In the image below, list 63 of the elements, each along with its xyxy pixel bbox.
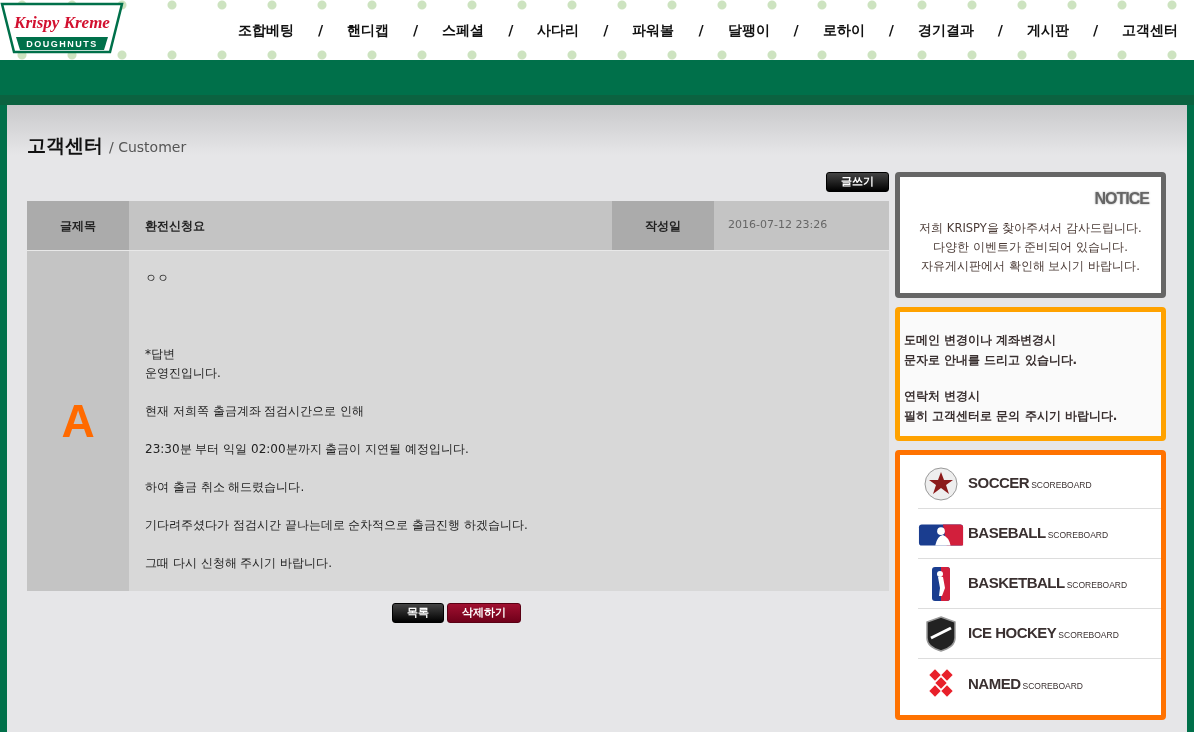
body-text: 현재 저희쪽 출금계좌 점검시간으로 인해 xyxy=(145,403,366,420)
notice-text: 저희 KRISPY을 찾아주셔서 감사드립니다. xyxy=(918,220,1143,237)
nav-separator: / xyxy=(316,20,324,40)
nav-separator: / xyxy=(602,20,610,40)
nav-link[interactable]: 경기결과 xyxy=(907,19,984,41)
body-text: 23:30분 부터 익일 02:00분까지 출금이 지연될 예정입니다. xyxy=(145,441,470,458)
scoreboard-link[interactable]: BASKETBALL SCOREBOARD xyxy=(918,559,1161,609)
body-text: 운영진입니다. xyxy=(145,365,222,382)
nav-separator: / xyxy=(996,20,1004,40)
body-text: 하여 출금 취소 해드렸습니다. xyxy=(145,479,306,496)
nav-separator: / xyxy=(887,20,895,40)
answer-mark: A xyxy=(61,393,95,449)
nav-link[interactable]: 파워볼 xyxy=(622,19,685,41)
notice-text: 자유게시판에서 확인해 보시기 바랍니다. xyxy=(920,258,1141,275)
scoreboard-link[interactable]: ICE HOCKEY SCOREBOARD xyxy=(918,609,1161,659)
info-text: 문자로 안내를 드리고 있습니다. xyxy=(904,352,1079,369)
scoreboard-link[interactable]: SOCCER SCOREBOARD xyxy=(918,459,1161,509)
scoreboard-label: SCOREBOARD xyxy=(1022,679,1083,693)
info-text: 도메인 변경이나 계좌변경시 xyxy=(904,332,1058,349)
nav-link[interactable]: 게시판 xyxy=(1016,19,1079,41)
scoreboard-label: SCOREBOARD xyxy=(1058,629,1119,642)
soccer-ball-icon xyxy=(923,465,959,502)
write-button[interactable]: 글쓰기 xyxy=(826,172,889,192)
notice-text: 다양한 이벤트가 준비되어 있습니다. xyxy=(932,239,1129,256)
body-text: 기다려주셨다가 점검시간 끝나는데로 순차적으로 출금진행 하겠습니다. xyxy=(145,517,529,534)
scoreboard-label: SCOREBOARD xyxy=(1066,579,1128,592)
info-text: 연락처 변경시 xyxy=(904,388,982,405)
nav-separator: / xyxy=(1091,20,1099,40)
page-subtitle: / Customer xyxy=(109,138,187,157)
nav-link[interactable]: 사다리 xyxy=(527,19,590,41)
sport-name: SOCCER xyxy=(968,473,1030,494)
delete-button[interactable]: 삭제하기 xyxy=(446,603,521,623)
scoreboard-label: SCOREBOARD xyxy=(1047,529,1109,542)
list-button[interactable]: 목록 xyxy=(391,603,444,623)
body-text: ㅇㅇ xyxy=(145,270,170,287)
krispy-kreme-logo: Krispy Kreme DOUGHNUTS xyxy=(0,0,124,54)
nav-link[interactable]: 달팽이 xyxy=(717,19,780,41)
scoreboard-link[interactable]: NAMED SCOREBOARD xyxy=(918,659,1161,709)
nav-link[interactable]: 로하이 xyxy=(812,19,875,41)
body-text: 그때 다시 신청해 주시기 바랍니다. xyxy=(145,555,334,572)
info-text: 필히 고객센터로 문의 주시기 바랍니다. xyxy=(904,408,1119,425)
nav-separator: / xyxy=(412,20,420,40)
nav-link[interactable]: 고객센터 xyxy=(1112,19,1188,41)
sport-name: BASKETBALL xyxy=(968,573,1065,594)
scoreboard-label: SCOREBOARD xyxy=(1031,479,1092,492)
sport-name: NAMED xyxy=(968,673,1021,694)
nav-separator: / xyxy=(792,20,800,40)
body-text: *답변 xyxy=(145,346,176,363)
notice-title: NOTICE xyxy=(1093,189,1149,209)
nav-separator: / xyxy=(697,20,705,40)
sport-name: ICE HOCKEY xyxy=(968,623,1057,644)
shield-icon xyxy=(924,615,958,652)
page-title: 고객센터 xyxy=(27,133,103,158)
scoreboard-link[interactable]: BASEBALL SCOREBOARD xyxy=(918,509,1161,559)
post-date: 2016-07-12 23:26 xyxy=(714,201,889,250)
subject-label: 글제목 xyxy=(27,201,129,250)
post-subject: 환전신청요 xyxy=(129,201,612,250)
nav-link[interactable]: 조합베팅 xyxy=(227,19,304,41)
sport-name: BASEBALL xyxy=(968,523,1046,544)
date-label: 작성일 xyxy=(612,201,714,250)
nav-separator: / xyxy=(507,20,515,40)
nav-link[interactable]: 핸디캡 xyxy=(337,19,399,41)
nav-link[interactable]: 스페셜 xyxy=(432,19,495,41)
